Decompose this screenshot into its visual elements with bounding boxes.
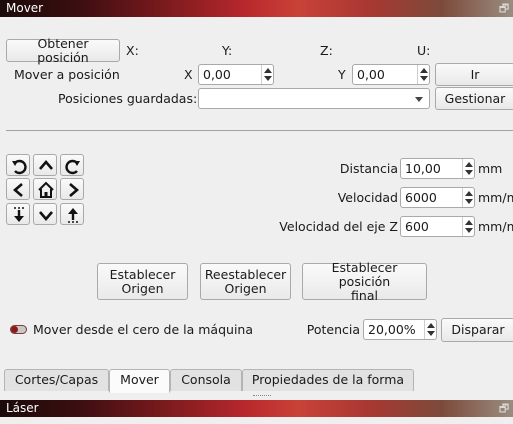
section-divider	[6, 130, 513, 131]
machine-zero-toggle[interactable]	[10, 325, 27, 334]
speed-stepper[interactable]	[462, 188, 474, 207]
mover-panel-title: Mover	[6, 1, 44, 15]
tab-move-label: Mover	[120, 372, 159, 387]
y-readout-label: Y:	[222, 43, 233, 58]
y-position-value: 0,00	[357, 67, 385, 82]
set-origin-button[interactable]: Establecer Origen	[97, 263, 188, 300]
saved-positions-combo[interactable]	[198, 88, 430, 109]
z-up-icon	[68, 208, 78, 223]
reset-origin-label-line1: Reestablecer	[204, 266, 287, 282]
x-position-spinbox[interactable]: 0,00	[198, 64, 274, 85]
dock-splitter-handle[interactable]	[253, 395, 271, 397]
distance-label: Distancia	[339, 161, 398, 176]
float-panel-icon[interactable]: 🗗	[495, 401, 513, 416]
tab-console-label: Consola	[181, 372, 231, 387]
power-label: Potencia	[306, 322, 360, 337]
set-origin-label-line2: Origen	[121, 280, 164, 296]
arrow-right-icon	[69, 183, 79, 197]
z-speed-value: 600	[405, 219, 429, 234]
move-right-button[interactable]	[60, 178, 84, 200]
manage-button-label: Gestionar	[444, 90, 506, 106]
speed-value: 6000	[405, 190, 437, 205]
z-up-button[interactable]	[60, 203, 84, 225]
manage-button[interactable]: Gestionar	[435, 87, 513, 110]
arrow-down-icon	[39, 211, 53, 221]
set-final-position-label-line1: Establecer posición	[331, 259, 398, 289]
move-up-button[interactable]	[33, 154, 57, 176]
y-position-stepper[interactable]	[417, 65, 429, 84]
power-value: 20,00%	[368, 322, 416, 337]
get-position-label: Obtener posición	[37, 35, 89, 65]
rotate-ccw-button[interactable]	[6, 154, 30, 176]
set-origin-label-line1: Establecer	[109, 266, 176, 282]
home-button[interactable]	[33, 178, 57, 200]
z-down-button[interactable]	[6, 203, 30, 225]
z-down-icon	[14, 207, 24, 222]
arrow-left-icon	[13, 183, 23, 197]
power-spinbox[interactable]: 20,00%	[363, 319, 437, 340]
tab-console[interactable]: Consola	[170, 369, 242, 391]
speed-spinbox[interactable]: 6000	[400, 187, 475, 208]
z-speed-stepper[interactable]	[462, 217, 474, 236]
z-speed-label: Velocidad del eje Z	[279, 219, 398, 234]
reset-origin-label-line2: Origen	[224, 280, 267, 296]
x-field-label: X	[184, 67, 193, 82]
tab-move[interactable]: Mover	[109, 369, 170, 393]
home-icon	[38, 181, 54, 198]
x-position-value: 0,00	[203, 67, 231, 82]
go-button[interactable]: Ir	[435, 63, 513, 86]
tab-cuts-layers-label: Cortes/Capas	[14, 372, 99, 387]
go-button-label: Ir	[470, 66, 480, 82]
rotate-cw-button[interactable]	[60, 154, 84, 176]
mover-panel-titlebar[interactable]: Mover 🗗	[0, 0, 513, 17]
set-final-position-label-line2: final	[351, 287, 378, 303]
rotate-ccw-icon	[12, 159, 27, 175]
tab-shape-properties-label: Propiedades de la forma	[251, 372, 405, 387]
speed-unit: mm/m	[478, 190, 513, 205]
machine-zero-label: Mover desde el cero de la máquina	[33, 322, 254, 337]
laser-panel-title: Láser	[6, 401, 39, 415]
u-readout-label: U:	[417, 43, 431, 58]
distance-value: 10,00	[405, 161, 441, 176]
distance-spinbox[interactable]: 10,00	[400, 158, 475, 179]
speed-label: Velocidad	[337, 190, 398, 205]
z-readout-label: Z:	[320, 43, 333, 58]
move-to-position-label: Mover a posición	[14, 67, 120, 82]
float-panel-icon[interactable]: 🗗	[495, 1, 513, 16]
toggle-knob	[11, 326, 18, 333]
distance-unit: mm	[478, 161, 503, 176]
get-position-button[interactable]: Obtener posición	[6, 35, 120, 65]
power-stepper[interactable]	[424, 320, 436, 339]
tab-cuts-layers[interactable]: Cortes/Capas	[4, 369, 109, 391]
y-field-label: Y	[338, 67, 346, 82]
x-readout-label: X:	[126, 43, 139, 58]
z-speed-spinbox[interactable]: 600	[400, 216, 475, 237]
set-final-position-button[interactable]: Establecer posición final	[302, 259, 427, 303]
y-position-spinbox[interactable]: 0,00	[352, 64, 430, 85]
reset-origin-button[interactable]: Reestablecer Origen	[200, 263, 291, 300]
z-speed-unit: mm/m	[478, 219, 513, 234]
rotate-cw-icon	[65, 159, 80, 175]
arrow-up-icon	[39, 160, 53, 170]
chevron-down-icon	[415, 97, 423, 102]
x-position-stepper[interactable]	[261, 65, 273, 84]
distance-stepper[interactable]	[462, 159, 474, 178]
tab-shape-properties[interactable]: Propiedades de la forma	[242, 369, 414, 391]
fire-button[interactable]: Disparar	[441, 318, 513, 342]
move-left-button[interactable]	[6, 178, 30, 200]
laser-panel-titlebar[interactable]: Láser 🗗	[0, 400, 513, 417]
fire-button-label: Disparar	[451, 322, 505, 337]
move-down-button[interactable]	[33, 203, 57, 225]
saved-positions-label: Posiciones guardadas:	[58, 91, 198, 106]
